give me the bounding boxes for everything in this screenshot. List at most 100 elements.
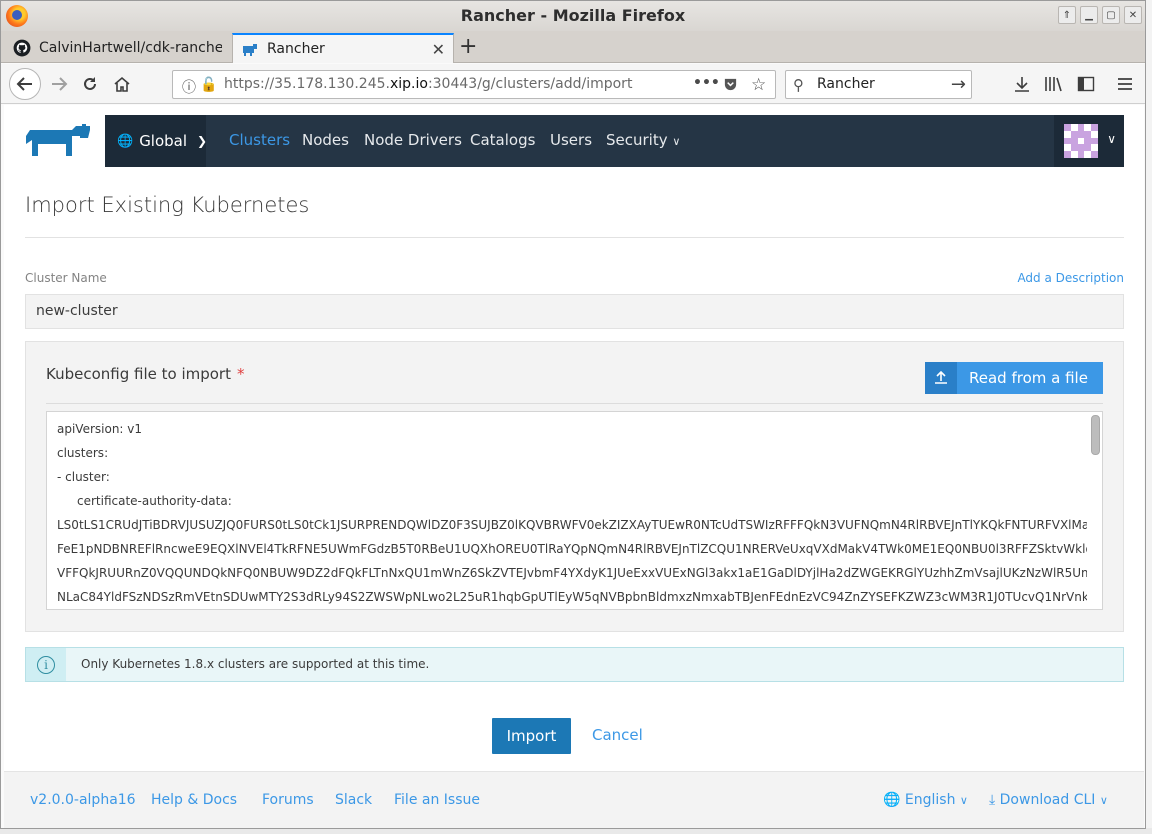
cancel-button[interactable]: Cancel [592, 726, 643, 744]
user-menu[interactable]: ∨ [1054, 115, 1124, 167]
page-viewport: 🌐 Global ❯ Clusters Nodes Node Drivers C… [4, 105, 1144, 828]
lock-warning-icon[interactable]: 🔓 [200, 77, 217, 93]
info-circle-icon[interactable]: ⓘ [182, 77, 196, 97]
file-issue-link[interactable]: File an Issue [394, 792, 480, 808]
tab-label: Rancher [267, 41, 325, 57]
window-title: Rancher - Mozilla Firefox [460, 6, 686, 25]
hamburger-menu-button[interactable] [1113, 72, 1137, 96]
kubeconfig-line: VFFQkJRUURnZ0VQQUNDQkNFQ0NBUW9DZ2dFQkFLT… [57, 566, 1087, 580]
forums-link[interactable]: Forums [262, 792, 314, 808]
rancher-nav: 🌐 Global ❯ Clusters Nodes Node Drivers C… [105, 115, 1124, 167]
window-maximize-button[interactable]: ▢ [1102, 6, 1120, 24]
reload-icon [84, 77, 96, 90]
tab-rancher[interactable]: Rancher ✕ [232, 33, 454, 63]
import-button[interactable]: Import [492, 718, 571, 754]
forward-button[interactable] [47, 72, 71, 96]
download-icon [1015, 77, 1029, 92]
reload-button[interactable] [78, 72, 102, 96]
page-title: Import Existing Kubernetes [25, 193, 310, 217]
sidebar-icon [1077, 76, 1095, 92]
downloads-button[interactable] [1010, 72, 1034, 96]
navigation-toolbar: ⓘ 🔓 https://35.178.130.245.xip.io:30443/… [1, 64, 1145, 104]
kubeconfig-line: FeE1pNDBNREFlRncweE9EQXlNVEl4TkRFNE5UWmF… [57, 542, 1087, 556]
read-from-file-button[interactable]: Read from a file [925, 362, 1103, 394]
library-button[interactable] [1042, 72, 1066, 96]
library-icon [1045, 77, 1062, 92]
kubeconfig-line: - cluster: [57, 470, 110, 484]
url-bar[interactable]: ⓘ 🔓 https://35.178.130.245.xip.io:30443/… [172, 70, 776, 99]
globe-icon: 🌐 [117, 133, 134, 149]
window-up-icon[interactable]: ⇑ [1058, 6, 1076, 24]
kubeconfig-line: LS0tLS1CRUdJTiBDRVJUSUZJQ0FURS0tLS0tCk1J… [57, 518, 1087, 532]
nav-nodes[interactable]: Nodes [302, 131, 349, 149]
chevron-down-icon: ∨ [1107, 132, 1116, 146]
window-close-button[interactable]: ✕ [1124, 6, 1142, 24]
chevron-down-icon: ∨ [672, 135, 681, 148]
upload-icon [925, 362, 957, 394]
kubeconfig-textarea[interactable]: apiVersion: v1 clusters: - cluster: cert… [46, 411, 1103, 610]
url-text[interactable]: https://35.178.130.245.xip.io:30443/g/cl… [224, 76, 632, 92]
kubeconfig-line: clusters: [57, 446, 109, 460]
search-bar[interactable]: ⚲ Rancher → [785, 70, 972, 99]
bookmark-star-icon[interactable]: ☆ [751, 75, 766, 95]
back-arrow-icon [16, 77, 32, 91]
chevron-down-icon: ❯ [197, 134, 208, 148]
forward-arrow-icon [52, 77, 68, 91]
kubeconfig-line: apiVersion: v1 [57, 422, 143, 436]
chevron-down-icon: ∨ [1099, 794, 1108, 807]
rancher-icon [243, 44, 257, 56]
firefox-window: Rancher - Mozilla Firefox ⇑ ▁ ▢ ✕ Calvin… [0, 0, 1146, 829]
required-marker: * [236, 365, 245, 383]
tab-strip: CalvinHartwell/cdk-rancher Rancher ✕ + [1, 31, 1145, 63]
version-link[interactable]: v2.0.0-alpha16 [30, 792, 136, 808]
globe-icon: 🌐 [883, 792, 901, 808]
nav-security[interactable]: Security ∨ [606, 131, 680, 149]
kubeconfig-content: apiVersion: v1 clusters: - cluster: cert… [57, 417, 1087, 609]
add-description-link[interactable]: Add a Description [1017, 271, 1124, 285]
kubeconfig-line: NLaC84YldFSzNDSzRmVEtnSDUwMTY2S3dRLy94S2… [57, 590, 1087, 604]
global-label: Global [139, 132, 188, 150]
read-from-file-label: Read from a file [969, 369, 1088, 387]
background-window-edge [1145, 0, 1152, 834]
nav-clusters[interactable]: Clusters [229, 131, 290, 149]
global-scope-dropdown[interactable]: 🌐 Global ❯ [105, 115, 208, 167]
download-icon: ⤓ [989, 792, 996, 808]
hamburger-icon [1118, 78, 1132, 90]
info-text: Only Kubernetes 1.8.x clusters are suppo… [81, 657, 430, 671]
title-bar: Rancher - Mozilla Firefox ⇑ ▁ ▢ ✕ [1, 1, 1145, 31]
home-button[interactable] [110, 72, 134, 96]
search-input[interactable]: Rancher [817, 76, 875, 92]
cluster-name-input[interactable]: new-cluster [25, 294, 1124, 329]
avatar[interactable] [1064, 124, 1098, 158]
footer: v2.0.0-alpha16 Help & Docs Forums Slack … [4, 771, 1144, 828]
nav-catalogs[interactable]: Catalogs [470, 131, 535, 149]
nav-users[interactable]: Users [550, 131, 592, 149]
textarea-scrollbar[interactable] [1091, 415, 1100, 455]
slack-link[interactable]: Slack [335, 792, 372, 808]
rancher-logo-icon[interactable] [24, 122, 94, 158]
kubeconfig-panel: Kubeconfig file to import * Read from a f… [25, 341, 1124, 632]
github-icon [13, 39, 31, 57]
kubeconfig-line: certificate-authority-data: [77, 494, 232, 508]
back-button[interactable] [9, 68, 41, 100]
close-tab-icon[interactable]: ✕ [432, 40, 445, 59]
home-icon [114, 76, 130, 92]
search-go-icon[interactable]: → [951, 74, 966, 95]
search-icon: ⚲ [793, 76, 804, 94]
window-minimize-button[interactable]: ▁ [1080, 6, 1098, 24]
page-actions-icon[interactable]: ••• [693, 75, 720, 91]
rancher-header: 🌐 Global ❯ Clusters Nodes Node Drivers C… [4, 115, 1124, 167]
tab-label: CalvinHartwell/cdk-rancher [39, 40, 222, 56]
chevron-down-icon: ∨ [959, 794, 968, 807]
title-divider [25, 237, 1124, 238]
info-icon: i [26, 648, 66, 681]
download-cli-dropdown[interactable]: ⤓ Download CLI ∨ [989, 792, 1108, 808]
nav-node-drivers[interactable]: Node Drivers [364, 131, 462, 149]
sidebar-button[interactable] [1074, 72, 1098, 96]
language-dropdown[interactable]: 🌐 English ∨ [883, 792, 968, 808]
help-docs-link[interactable]: Help & Docs [151, 792, 237, 808]
tab-github[interactable]: CalvinHartwell/cdk-rancher [5, 33, 230, 63]
kubeconfig-label: Kubeconfig file to import * [46, 365, 245, 383]
pocket-icon[interactable] [723, 77, 738, 96]
new-tab-button[interactable]: + [459, 34, 477, 59]
